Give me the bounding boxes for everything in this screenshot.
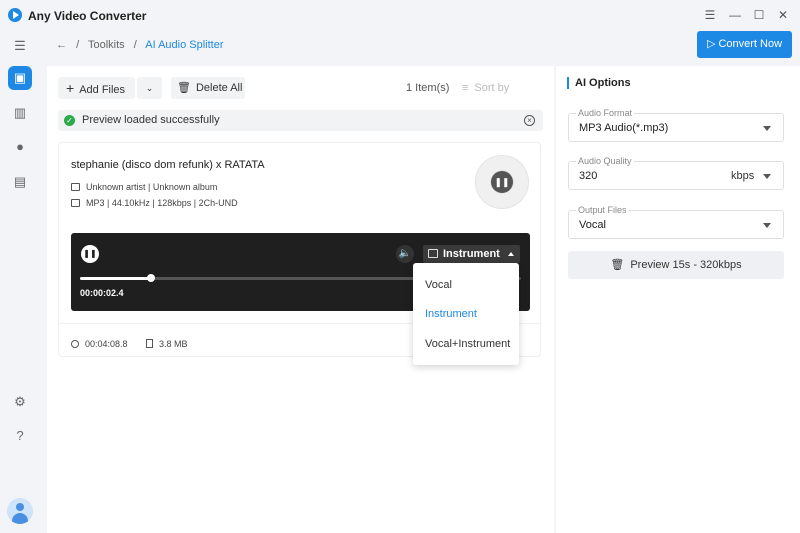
trash-icon: 🗑	[610, 259, 625, 271]
preview-label: Preview 15s - 320kbps	[630, 259, 742, 271]
title-bar: Any Video Converter ☰ — ☐ ✕	[0, 0, 800, 30]
audio-quality-unit: kbps	[731, 170, 755, 182]
help-icon[interactable]: ?	[8, 424, 32, 448]
dropdown-option-vocal-instrument[interactable]: Vocal+Instrument	[425, 338, 510, 350]
close-window-icon[interactable]: ✕	[776, 8, 790, 22]
item-count: 1 Item(s)	[406, 82, 450, 94]
sort-by-select[interactable]: ≡ Sort by	[456, 77, 542, 99]
trash-icon: 🗑	[177, 82, 191, 94]
volume-icon[interactable]: 🔈	[396, 245, 414, 263]
app-logo-icon	[8, 8, 22, 22]
settings-icon[interactable]: ⚙	[8, 390, 32, 414]
size-row: 3.8 MB	[146, 339, 188, 349]
caret-up-icon	[508, 252, 514, 256]
output-files-label: Output Files	[576, 205, 629, 215]
audio-file-icon	[71, 199, 80, 207]
mode-label: Instrument	[443, 248, 500, 260]
library-icon[interactable]: ▥	[8, 101, 32, 125]
sort-icon: ≡	[462, 82, 469, 94]
tasks-icon[interactable]: ▤	[8, 170, 32, 194]
delete-all-label: Delete All	[195, 82, 243, 94]
caret-down-icon	[763, 223, 771, 228]
tech-info-row: MP3 | 44.10kHz | 128kbps | 2Ch-UND	[71, 198, 238, 208]
breadcrumb-current: AI Audio Splitter	[145, 39, 224, 51]
history-icon[interactable]: ●	[8, 135, 32, 159]
file-size: 3.8 MB	[159, 339, 188, 349]
tech-info: MP3 | 44.10kHz | 128kbps | 2Ch-UND	[86, 198, 238, 208]
file-title: stephanie (disco dom refunk) x RATATA	[71, 159, 265, 171]
maximize-icon[interactable]: ☐	[752, 8, 766, 22]
breadcrumb: ← / Toolkits / AI Audio Splitter	[56, 39, 230, 51]
audio-format-label: Audio Format	[576, 108, 635, 118]
menu-icon[interactable]: ☰	[703, 8, 717, 22]
sidebar: ☰ ▣ ▥ ● ▤ ⚙ ?	[0, 30, 40, 533]
audio-format-value: MP3 Audio(*.mp3)	[579, 122, 669, 134]
progress-fill	[80, 277, 151, 280]
output-files-value: Vocal	[579, 219, 606, 231]
caret-down-icon	[763, 126, 771, 131]
play-outline-icon: ▷	[706, 38, 716, 50]
album-disc: ❚❚	[475, 155, 529, 209]
convert-now-label: Convert Now	[718, 38, 783, 50]
duration: 00:04:08.8	[85, 339, 128, 349]
back-arrow-icon[interactable]: ←	[56, 39, 67, 51]
duration-row: 00:04:08.8	[71, 339, 128, 349]
mode-select[interactable]: Instrument	[423, 245, 520, 263]
clock-icon	[71, 340, 79, 348]
collapse-sidebar-icon[interactable]: ☰	[8, 34, 32, 58]
progress-thumb[interactable]	[146, 274, 155, 282]
add-files-button[interactable]: + Add Files	[58, 77, 135, 99]
audio-quality-label: Audio Quality	[576, 156, 634, 166]
notice-text: Preview loaded successfully	[82, 114, 220, 126]
add-files-label: Add Files	[79, 84, 126, 96]
disc-pause-icon[interactable]: ❚❚	[491, 171, 513, 193]
preview-button[interactable]: 🗑 Preview 15s - 320kbps	[568, 251, 784, 279]
app-title: Any Video Converter	[28, 9, 147, 23]
plus-icon: +	[66, 80, 75, 96]
breadcrumb-separator: /	[133, 39, 137, 51]
chevron-down-icon: ⌄	[145, 83, 154, 93]
audio-quality-value: 320	[579, 170, 598, 182]
check-circle-icon: ✓	[64, 115, 75, 126]
pause-button[interactable]: ❚❚	[81, 245, 99, 263]
breadcrumb-separator: /	[76, 39, 80, 51]
ai-options-title: AI Options	[567, 77, 631, 89]
add-files-dropdown[interactable]: ⌄	[137, 77, 162, 99]
success-notice: ✓ Preview loaded successfully ×	[58, 110, 543, 131]
convert-now-button[interactable]: ▷ Convert Now	[697, 31, 792, 58]
split-mode-icon	[428, 249, 438, 258]
file-icon	[146, 339, 153, 348]
close-notice-icon[interactable]: ×	[524, 115, 535, 126]
dropdown-option-vocal[interactable]: Vocal	[425, 279, 452, 291]
artist-album: Unknown artist | Unknown album	[86, 182, 218, 192]
caret-down-icon	[763, 174, 771, 179]
current-time: 00:00:02.4	[80, 288, 124, 298]
sort-by-label: Sort by	[474, 82, 510, 94]
minimize-icon[interactable]: —	[728, 8, 742, 22]
delete-all-button[interactable]: 🗑 Delete All	[171, 77, 245, 99]
avatar[interactable]	[7, 498, 33, 524]
artist-album-row: Unknown artist | Unknown album	[71, 182, 217, 192]
dropdown-option-instrument[interactable]: Instrument	[425, 308, 477, 320]
breadcrumb-toolkits[interactable]: Toolkits	[88, 39, 125, 51]
mode-dropdown: Vocal Instrument Vocal+Instrument	[413, 263, 519, 365]
toolbox-icon[interactable]: ▣	[8, 66, 32, 90]
album-icon	[71, 183, 80, 191]
